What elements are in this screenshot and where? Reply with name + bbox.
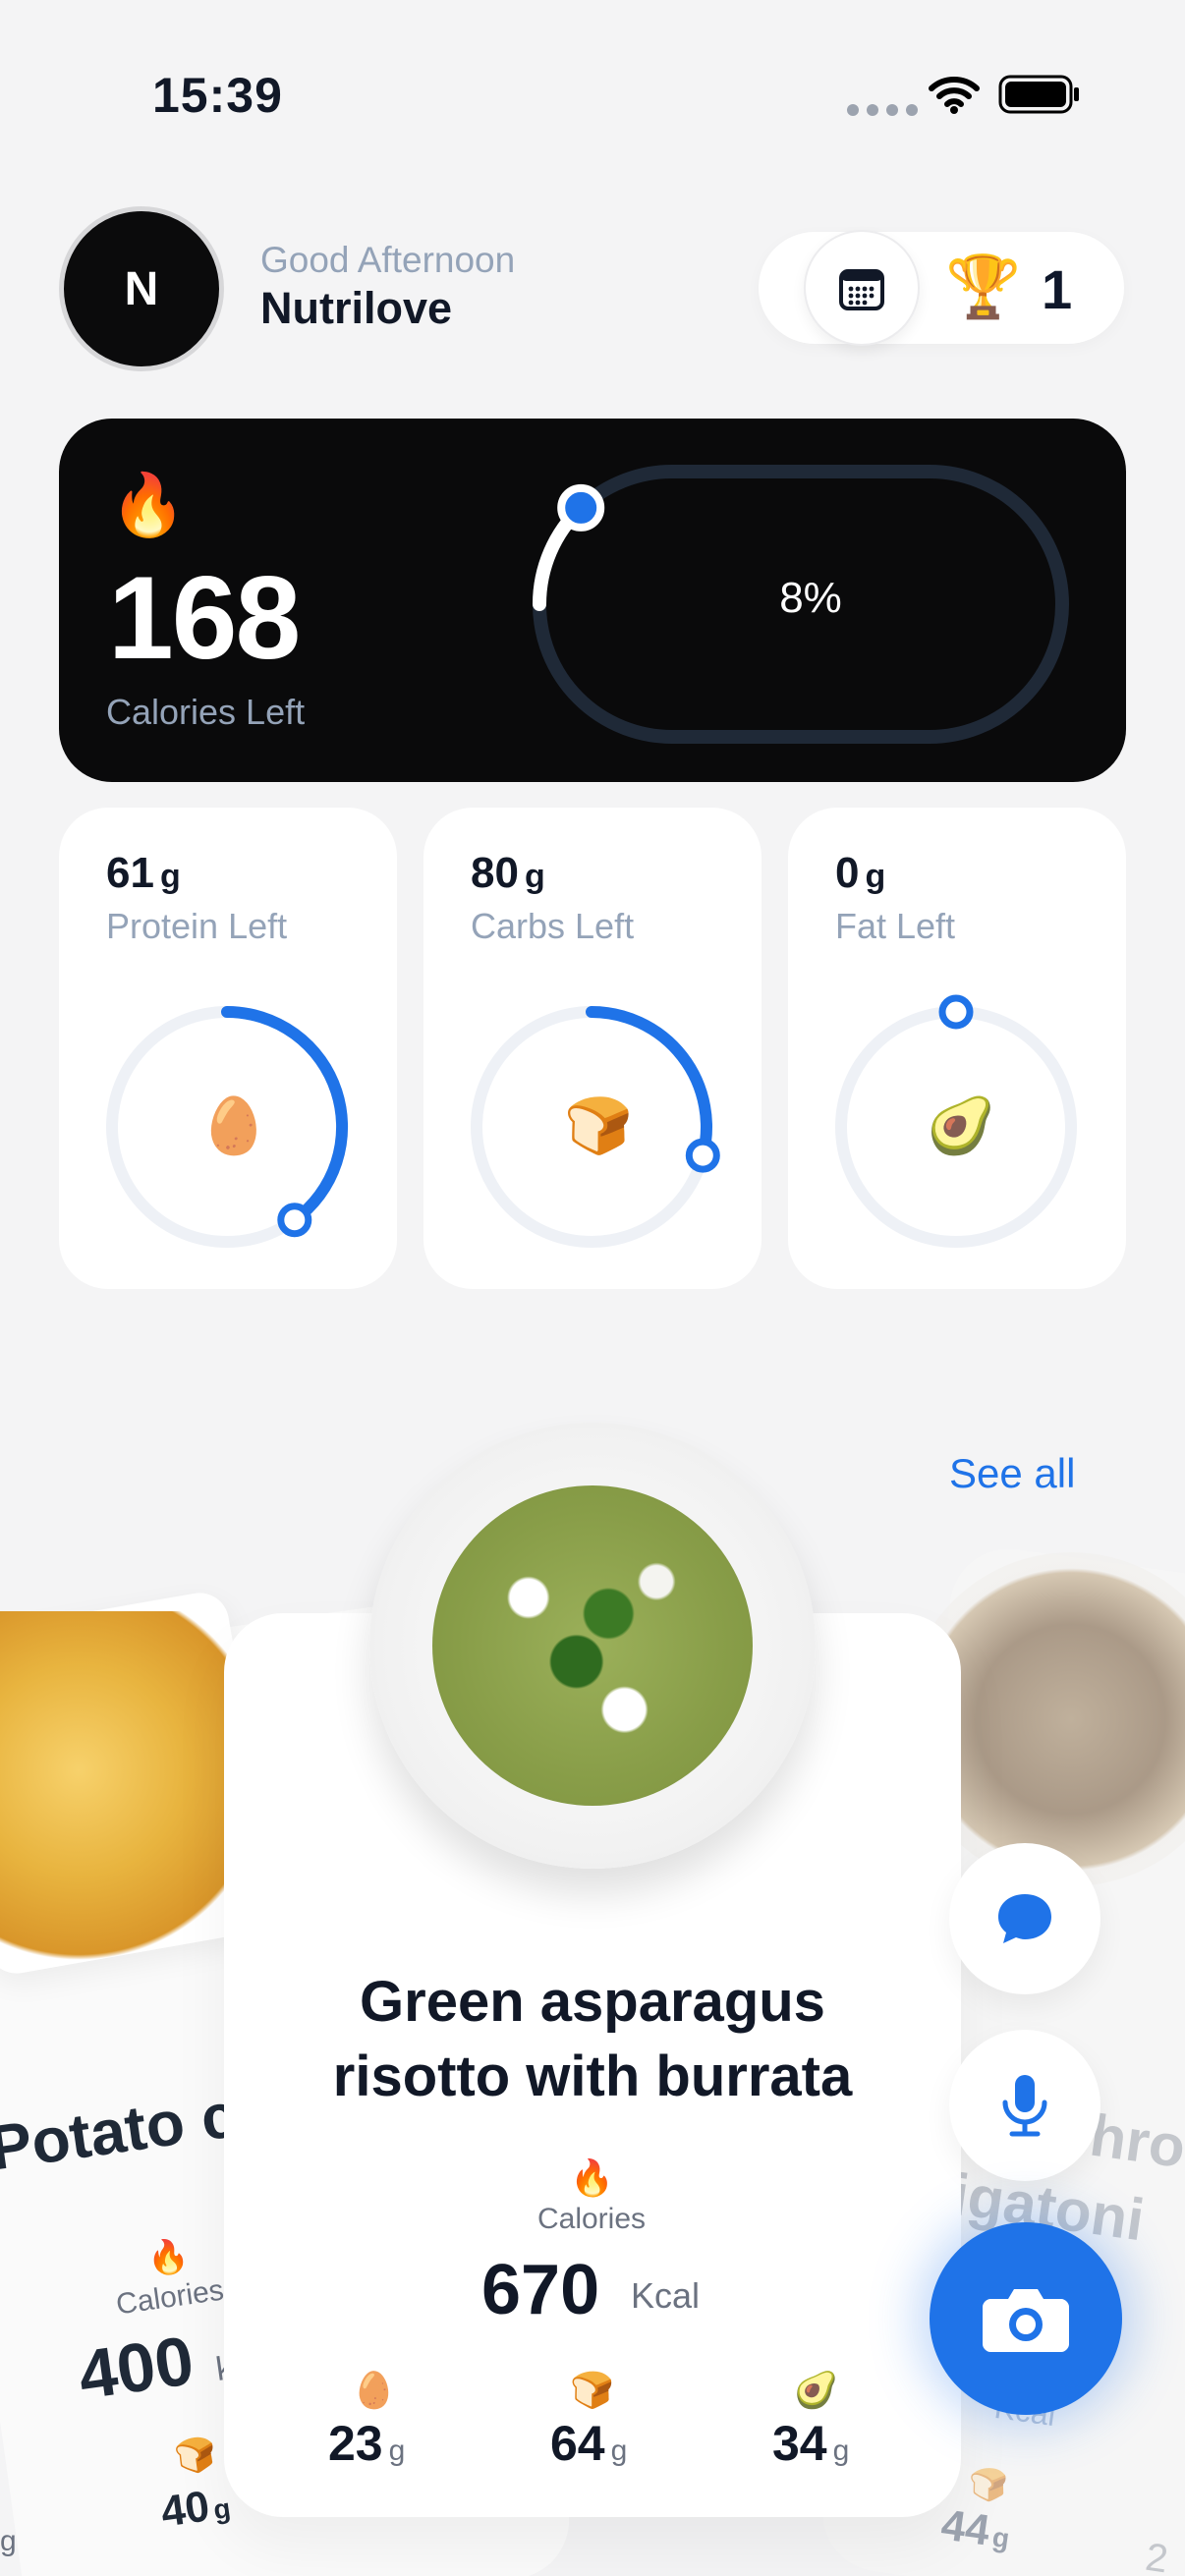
chat-bubble-icon	[998, 1894, 1051, 1943]
bread-icon: 🍞	[564, 1094, 633, 1156]
protein-value: 61 g	[106, 849, 181, 897]
carbs-label: Carbs Left	[471, 906, 635, 946]
camera-icon	[983, 2289, 1069, 2352]
recipe-carbs-value: 64 g	[550, 2416, 628, 2471]
recipe-fire-icon: 🔥	[570, 2157, 614, 2198]
recipe-left-fire-icon: 🔥	[144, 2236, 192, 2279]
battery-icon	[998, 75, 1079, 114]
recipe-left-trailing-unit: g	[0, 2525, 17, 2557]
recipe-bread-icon: 🍞	[570, 2370, 614, 2410]
recipe-egg-icon: 🥚	[352, 2370, 396, 2410]
protein-label: Protein Left	[106, 906, 288, 946]
recipe-left-kcal: 400	[74, 2322, 198, 2414]
fat-value: 0g	[835, 849, 886, 897]
voice-button[interactable]	[949, 2030, 1100, 2181]
avatar[interactable]: N	[59, 206, 224, 371]
calories-progress-percent: 8%	[779, 574, 842, 622]
egg-icon: 🥚	[199, 1094, 268, 1156]
chat-button[interactable]	[949, 1843, 1100, 1994]
recipe-kcal-value: 670	[481, 2251, 600, 2329]
carbs-value: 80 g	[471, 849, 545, 897]
recipe-right-bread-icon: 🍞	[969, 2467, 1008, 2502]
signal-dots-icon	[847, 104, 918, 116]
status-time: 15:39	[152, 68, 283, 123]
avocado-icon: 🥑	[927, 1094, 995, 1156]
fat-label: Fat Left	[835, 906, 956, 946]
recipe-title: Green asparagus risotto with burrata	[332, 1970, 853, 2108]
see-all-link[interactable]: See all	[949, 1450, 1075, 1497]
calories-left-value: 168	[108, 552, 301, 684]
trophy-icon: 🏆	[945, 253, 1022, 321]
recipe-calories-label: Calories	[536, 2203, 647, 2235]
wifi-icon	[929, 77, 980, 114]
risotto-image	[432, 1485, 753, 1806]
recipe-avocado-icon: 🥑	[794, 2370, 838, 2410]
streak-count: 1	[1042, 258, 1073, 320]
calendar-button[interactable]	[804, 230, 920, 346]
recipe-fat-value: 34 g	[772, 2416, 850, 2471]
greeting-text: Good Afternoon	[260, 240, 516, 280]
recipe-left-carbs: 40g	[157, 2482, 233, 2537]
recipe-protein-value: 23 g	[328, 2416, 406, 2471]
camera-button[interactable]	[930, 2222, 1122, 2415]
fire-icon: 🔥	[110, 472, 187, 539]
recipe-kcal-unit: Kcal	[631, 2275, 701, 2316]
calories-left-label: Calories Left	[106, 692, 306, 732]
microphone-icon	[1002, 2075, 1047, 2137]
recipe-left-bread-icon: 🍞	[172, 2435, 219, 2478]
calendar-icon	[839, 269, 884, 310]
potato-chips-image	[0, 1611, 255, 1965]
recipe-right-macro: 44g	[938, 2500, 1012, 2555]
user-name: Nutrilove	[260, 283, 453, 333]
